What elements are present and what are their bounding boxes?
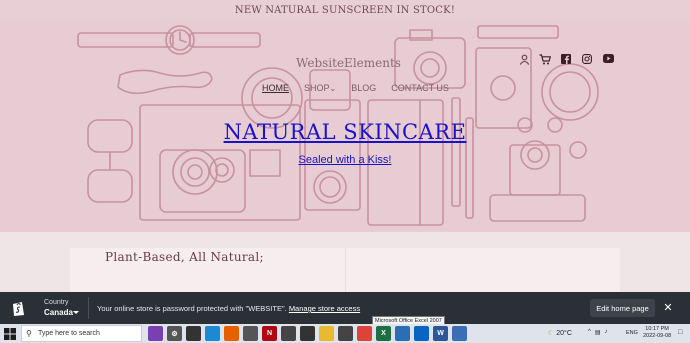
chevron-down-icon: ⌄ — [329, 84, 337, 93]
windows-taskbar: ⚲ Type here to search ⚙ N X W ☾ 20°C ^ ▤ ♪ … — [0, 324, 690, 343]
tray-chevron-icon[interactable]: ^ — [588, 329, 591, 336]
search-placeholder: Type here to search — [38, 330, 100, 337]
taskbar-search-box[interactable]: ⚲ Type here to search — [21, 325, 142, 342]
search-icon: ⚲ — [26, 329, 32, 338]
announcement-bar: NEW NATURAL SUNSCREEN IN STOCK! — [0, 0, 690, 20]
taskbar-clock[interactable]: 10:17 PM 2022-09-08 — [643, 326, 671, 340]
weather-temp: 20°C — [556, 330, 572, 337]
volume-icon[interactable]: ♪ — [605, 329, 608, 336]
hero-section: WebsiteElements HOME SHOP⌄ BLOG CONTACT … — [0, 20, 690, 232]
weather-widget[interactable]: ☾ 20°C — [548, 329, 572, 337]
cart-icon[interactable] — [539, 54, 552, 66]
youtube-icon[interactable] — [602, 54, 614, 66]
announcement-text: NEW NATURAL SUNSCREEN IN STOCK! — [234, 4, 456, 16]
header-icons — [518, 54, 614, 66]
windows-start-icon[interactable] — [4, 328, 16, 340]
word-icon[interactable]: W — [433, 326, 448, 341]
settings-app-icon[interactable]: ⚙ — [167, 326, 182, 341]
photos-icon[interactable] — [300, 326, 315, 341]
task-view-icon[interactable] — [186, 326, 201, 341]
section-heading: Plant-Based, All Natural; — [105, 250, 264, 264]
country-label: Country — [44, 299, 69, 306]
game-icon[interactable] — [281, 326, 296, 341]
system-tray: ^ ▤ ♪ — [588, 329, 608, 336]
weather-moon-icon: ☾ — [548, 330, 555, 337]
clock-time: 10:17 PM — [645, 326, 669, 332]
password-message: Your online store is password protected … — [97, 304, 360, 313]
notifications-icon[interactable]: □ — [678, 329, 682, 336]
excel-icon[interactable]: X — [376, 326, 391, 341]
remote-icon[interactable] — [452, 326, 467, 341]
main-navigation: HOME SHOP⌄ BLOG CONTACT US — [262, 83, 449, 93]
nav-shop-label: SHOP — [304, 83, 330, 93]
country-selector[interactable]: Canada — [44, 308, 73, 317]
facebook-icon[interactable] — [560, 54, 572, 66]
nav-blog[interactable]: BLOG — [351, 83, 376, 93]
media-icon[interactable] — [338, 326, 353, 341]
card-divider — [345, 248, 346, 292]
nav-home[interactable]: HOME — [262, 83, 289, 93]
taskbar-apps: ⚙ N X W — [148, 326, 467, 341]
edge-icon[interactable] — [205, 326, 220, 341]
nav-shop[interactable]: SHOP⌄ — [304, 83, 336, 93]
password-message-text: Your online store is password protected … — [97, 304, 287, 313]
site-brand-logo[interactable]: WebsiteElements — [296, 56, 401, 70]
netflix-icon[interactable]: N — [262, 326, 277, 341]
chevron-down-icon[interactable] — [73, 311, 79, 314]
firefox-icon[interactable] — [224, 326, 239, 341]
outlook-icon[interactable] — [414, 326, 429, 341]
file-explorer-icon[interactable] — [319, 326, 334, 341]
network-icon[interactable]: ▤ — [595, 329, 601, 336]
people-app-icon[interactable] — [148, 326, 163, 341]
instagram-icon[interactable] — [581, 54, 593, 66]
chrome-icon[interactable] — [357, 326, 372, 341]
edit-home-page-button[interactable]: Edit home page — [590, 299, 655, 317]
nav-contact-us[interactable]: CONTACT US — [391, 83, 449, 93]
divider — [88, 297, 89, 319]
language-indicator[interactable]: ENG — [626, 330, 638, 336]
user-icon[interactable] — [518, 54, 530, 66]
password-protection-bar: Country Canada Your online store is pass… — [0, 292, 690, 324]
hero-subtitle-link[interactable]: Sealed with a Kiss! — [0, 154, 690, 166]
hero-title[interactable]: NATURAL SKINCARE — [0, 120, 690, 144]
shopify-logo-icon — [13, 302, 24, 316]
manage-store-access-link[interactable]: Manage store access — [289, 304, 360, 313]
clock-date: 2022-09-08 — [643, 333, 672, 339]
store-icon[interactable] — [243, 326, 258, 341]
close-icon[interactable]: ✕ — [662, 301, 674, 314]
remote-desktop-icon[interactable] — [395, 326, 410, 341]
